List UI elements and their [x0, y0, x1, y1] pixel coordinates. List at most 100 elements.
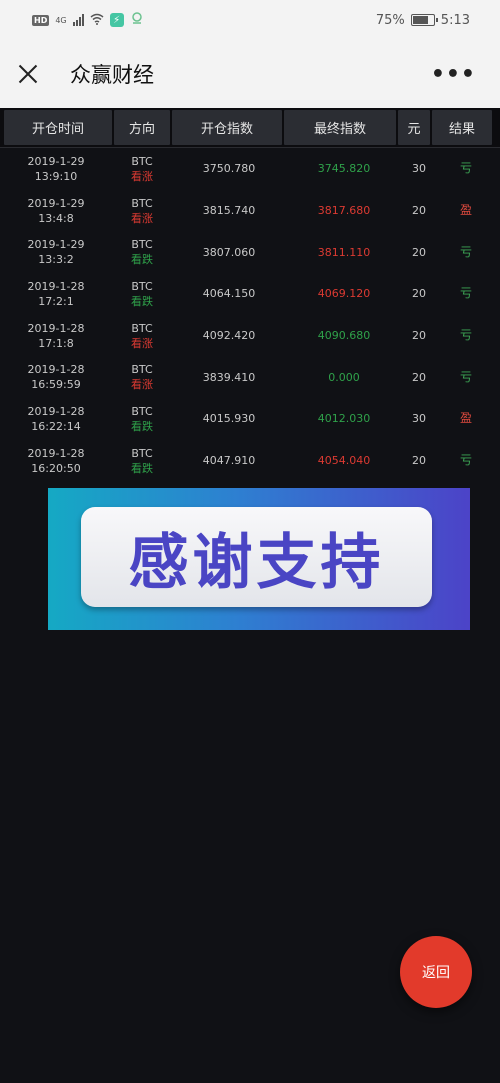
cell-final-index: 4069.120: [317, 287, 371, 301]
cell-direction: BTC 看跌: [112, 237, 172, 267]
cell-direction: BTC 看涨: [112, 362, 172, 392]
status-bar: HD 4G ⚡ 75% 5:13: [0, 0, 500, 40]
cell-open-time: 2019-1-29 13:3:2: [0, 237, 112, 267]
trade-table: 开仓时间 方向 开仓指数 最终指数 元 结果 2019-1-29 13:9:10…: [0, 108, 500, 482]
cell-final-index: 3745.820: [317, 162, 371, 176]
cell-final-index: 3817.680: [317, 204, 371, 218]
charging-icon: ⚡: [109, 13, 124, 27]
trade-time: 16:59:59: [31, 378, 81, 392]
trade-time: 13:4:8: [38, 211, 74, 225]
nav-bar: 众赢财经 •••: [0, 40, 500, 108]
cell-direction: BTC 看跌: [112, 279, 172, 309]
trade-date: 2019-1-29: [27, 154, 85, 168]
direction-label: 看涨: [131, 169, 153, 183]
direction-label: 看跌: [131, 419, 153, 433]
status-right: 75% 5:13: [376, 13, 470, 28]
direction-label: 看涨: [131, 336, 153, 350]
cell-result: 盈: [459, 203, 472, 218]
trade-date: 2019-1-29: [27, 238, 85, 252]
cell-amount: 20: [412, 287, 426, 301]
notification-icon: [130, 11, 144, 29]
coin-symbol: BTC: [131, 321, 153, 335]
trade-date: 2019-1-29: [27, 196, 85, 210]
cell-final-index: 4090.680: [317, 329, 371, 343]
cell-amount: 20: [412, 329, 426, 343]
banner-plate: 感谢支持: [81, 507, 432, 607]
table-header: 开仓时间 方向 开仓指数 最终指数 元 结果: [0, 108, 500, 148]
cell-open-index: 3839.410: [202, 370, 256, 384]
table-row: 2019-1-28 16:59:59 BTC 看涨 3839.410 0.000…: [0, 356, 500, 398]
cell-direction: BTC 看涨: [112, 321, 172, 351]
table-row: 2019-1-29 13:4:8 BTC 看涨 3815.740 3817.68…: [0, 190, 500, 232]
coin-symbol: BTC: [131, 363, 153, 377]
cell-amount: 20: [412, 370, 426, 384]
cell-amount: 30: [412, 162, 426, 176]
trade-time: 17:1:8: [38, 336, 74, 350]
table-row: 2019-1-28 17:1:8 BTC 看涨 4092.420 4090.68…: [0, 315, 500, 357]
cell-open-index: 4092.420: [202, 329, 256, 343]
trade-time: 16:22:14: [31, 419, 81, 433]
banner-text: 感谢支持: [128, 527, 385, 598]
wifi-icon: [90, 13, 104, 28]
header-direction: 方向: [114, 110, 170, 145]
cell-result: 亏: [459, 286, 472, 301]
cell-direction: BTC 看跌: [112, 404, 172, 434]
cell-amount: 20: [412, 204, 426, 218]
cell-open-index: 4064.150: [202, 287, 256, 301]
clock: 5:13: [440, 12, 470, 28]
trade-time: 13:3:2: [38, 253, 74, 267]
cell-final-index: 4012.030: [317, 412, 371, 426]
coin-symbol: BTC: [131, 196, 153, 210]
cell-open-index: 3815.740: [202, 204, 256, 218]
cell-direction: BTC 看涨: [112, 196, 172, 226]
cell-result: 亏: [459, 369, 472, 384]
header-open-time: 开仓时间: [4, 110, 112, 145]
battery-percent: 75%: [375, 12, 405, 28]
header-final-index: 最终指数: [284, 110, 396, 145]
cell-open-time: 2019-1-28 16:20:50: [0, 446, 112, 476]
cell-amount: 20: [412, 245, 426, 259]
coin-symbol: BTC: [131, 446, 153, 460]
cell-open-time: 2019-1-28 16:22:14: [0, 404, 112, 434]
cell-final-index: 4054.040: [317, 454, 371, 468]
direction-label: 看跌: [131, 294, 153, 308]
cell-result: 亏: [459, 328, 472, 343]
back-button[interactable]: 返回: [400, 936, 472, 1008]
coin-symbol: BTC: [131, 238, 153, 252]
status-left: HD 4G ⚡: [32, 11, 144, 29]
cell-amount: 20: [412, 454, 426, 468]
trade-date: 2019-1-28: [27, 363, 85, 377]
direction-label: 看跌: [131, 461, 153, 475]
cell-result: 亏: [459, 244, 472, 259]
direction-label: 看涨: [131, 211, 153, 225]
cell-open-index: 3750.780: [202, 162, 256, 176]
more-options-icon[interactable]: •••: [431, 62, 476, 87]
table-row: 2019-1-29 13:3:2 BTC 看跌 3807.060 3811.11…: [0, 231, 500, 273]
close-icon[interactable]: [16, 62, 40, 86]
trade-time: 17:2:1: [38, 294, 74, 308]
direction-label: 看涨: [131, 378, 153, 392]
table-body: 2019-1-29 13:9:10 BTC 看涨 3750.780 3745.8…: [0, 148, 500, 482]
cell-open-time: 2019-1-28 17:1:8: [0, 321, 112, 351]
cell-result: 亏: [459, 453, 472, 468]
cell-open-time: 2019-1-28 16:59:59: [0, 362, 112, 392]
cell-open-time: 2019-1-28 17:2:1: [0, 279, 112, 309]
cell-result: 亏: [459, 161, 472, 176]
thanks-banner: 感谢支持: [48, 488, 470, 630]
battery-icon: [410, 14, 438, 26]
cell-open-time: 2019-1-29 13:9:10: [0, 154, 112, 184]
trade-date: 2019-1-28: [27, 446, 85, 460]
table-row: 2019-1-28 16:20:50 BTC 看跌 4047.910 4054.…: [0, 440, 500, 482]
table-row: 2019-1-29 13:9:10 BTC 看涨 3750.780 3745.8…: [0, 148, 500, 190]
trade-time: 16:20:50: [31, 461, 81, 475]
coin-symbol: BTC: [131, 404, 153, 418]
cell-open-index: 3807.060: [202, 245, 256, 259]
network-type: 4G: [55, 15, 67, 25]
trade-date: 2019-1-28: [27, 321, 85, 335]
direction-label: 看跌: [131, 253, 153, 267]
cell-result: 盈: [459, 411, 472, 426]
trade-date: 2019-1-28: [27, 279, 85, 293]
cell-open-index: 4015.930: [202, 412, 256, 426]
cell-final-index: 3811.110: [317, 245, 371, 259]
coin-symbol: BTC: [131, 154, 153, 168]
